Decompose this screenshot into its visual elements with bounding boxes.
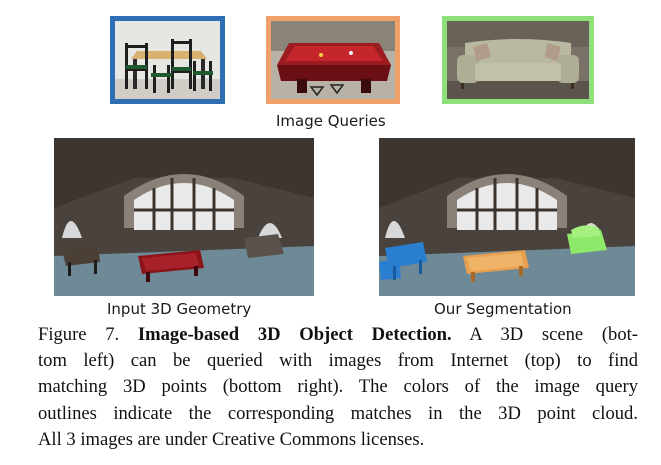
sofa-photo	[447, 21, 589, 99]
caption-prefix: Figure 7.	[38, 324, 120, 345]
scene-render-segmentation	[379, 138, 635, 296]
image-query-chairs-table	[110, 16, 225, 104]
figure-caption: Figure 7. Image-based 3D Object Detectio…	[38, 322, 638, 453]
image-query-sofa	[442, 16, 594, 104]
caption-title: Image-based 3D Object Detection.	[137, 324, 452, 345]
caption-line-4: outlines indicate the corresponding matc…	[38, 402, 638, 424]
our-segmentation-render	[379, 138, 635, 296]
our-segmentation-label: Our Segmentation	[434, 300, 572, 318]
caption-line-2: tom left) can be queried with images fro…	[38, 350, 638, 372]
scene-render-input	[54, 138, 314, 296]
caption-line-1-rest: A 3D scene (bot-	[469, 324, 638, 345]
input-3d-geometry-label: Input 3D Geometry	[107, 300, 252, 318]
caption-line-1: Figure 7. Image-based 3D Object Detectio…	[38, 322, 638, 348]
image-query-pool-table	[266, 16, 400, 104]
chairs-table-photo	[115, 21, 220, 99]
pool-table-photo	[271, 21, 395, 99]
caption-line-3: matching 3D points (bottom right). The c…	[38, 376, 638, 398]
image-queries-label: Image Queries	[276, 112, 386, 130]
caption-line-5: All 3 images are under Creative Commons …	[38, 428, 425, 450]
input-3d-geometry-render	[54, 138, 314, 296]
